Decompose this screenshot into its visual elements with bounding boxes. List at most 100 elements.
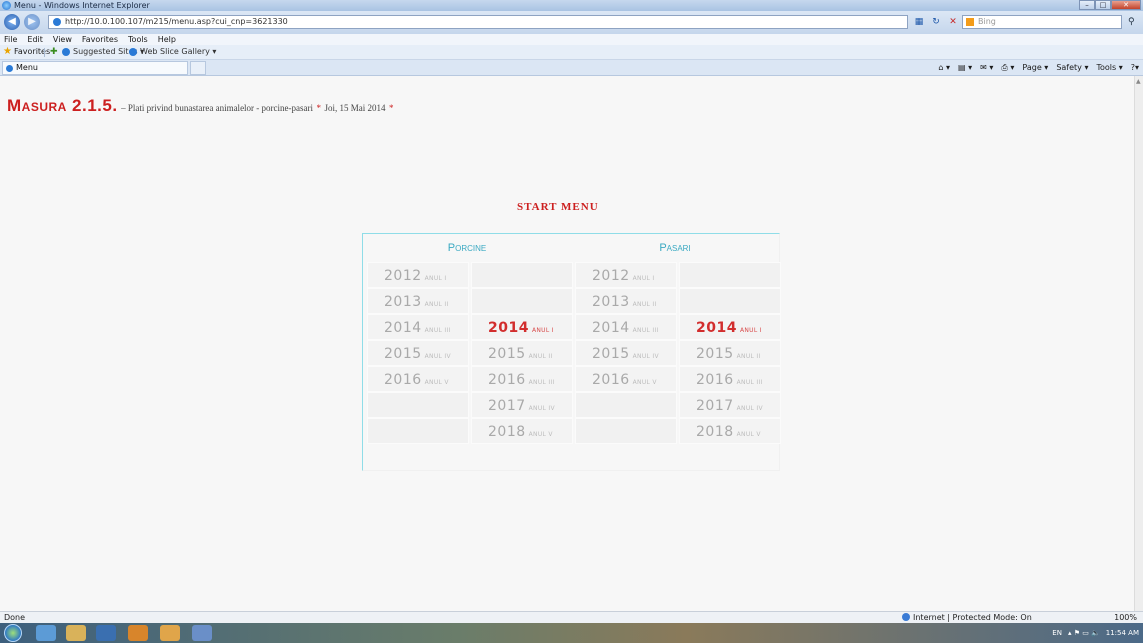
zoom-level[interactable]: 100% (1114, 612, 1137, 623)
anul-label: ANUL III (528, 379, 555, 386)
anul-label: ANUL V (736, 431, 761, 438)
anul-label: ANUL II (632, 301, 657, 308)
pasari-year-link[interactable]: 2016 ANUL V (575, 366, 677, 392)
mail-icon[interactable]: ✉ ▾ (980, 60, 993, 75)
menu-help[interactable]: Help (158, 34, 176, 45)
web-slice-gallery-link[interactable]: Web Slice Gallery ▾ (140, 45, 216, 59)
home-icon[interactable]: ⌂ ▾ (938, 60, 950, 75)
tray-icons[interactable]: ▴ ⚑ ▭ 🔈 (1068, 629, 1100, 637)
porcine-year-link[interactable]: 2014 ANUL III (367, 314, 469, 340)
year-menu-grid: Porcine Pasari 2012 ANUL I 2012 ANUL I 2013 A… (362, 233, 781, 471)
taskbar-media-icon[interactable] (96, 625, 116, 641)
pasari-year-link[interactable]: 2015 ANUL II (679, 340, 781, 366)
tools-menu[interactable]: Tools ▾ (1096, 60, 1122, 75)
anul-label: ANUL IV (424, 353, 451, 360)
porcine-year-link[interactable]: 2016 ANUL III (471, 366, 573, 392)
menu-view[interactable]: View (53, 34, 72, 45)
feeds-icon[interactable]: ▤ ▾ (958, 60, 972, 75)
start-menu-heading: START MENU (517, 201, 599, 213)
taskbar-app-icon[interactable] (192, 625, 212, 641)
refresh-icon[interactable]: ↻ (929, 15, 943, 29)
pasari-year-link[interactable]: 2017 ANUL IV (679, 392, 781, 418)
porcine-year-link[interactable]: 2017 ANUL IV (471, 392, 573, 418)
language-indicator[interactable]: EN (1052, 629, 1062, 637)
compatibility-icon[interactable]: ▦ (912, 15, 926, 29)
pasari-year-link[interactable]: 2016 ANUL III (679, 366, 781, 392)
security-zone[interactable]: Internet | Protected Mode: On (913, 612, 1032, 623)
page-date: Joi, 15 Mai 2014 (324, 103, 386, 113)
address-field[interactable]: http://10.0.100.107/m215/menu.asp?cui_cn… (48, 15, 908, 29)
menu-tools[interactable]: Tools (128, 34, 148, 45)
close-button[interactable]: ✕ (1111, 0, 1141, 10)
anul-label: ANUL V (424, 379, 449, 386)
pasari-year-link[interactable]: 2013 ANUL II (575, 288, 677, 314)
star-marker: * (316, 103, 322, 113)
vertical-scrollbar[interactable]: ▲ (1134, 76, 1143, 611)
porcine-year-link[interactable]: 2015 ANUL II (471, 340, 573, 366)
stop-icon[interactable]: ✕ (946, 15, 960, 29)
web-slice-icon (129, 48, 137, 56)
maximize-button[interactable]: □ (1095, 0, 1111, 10)
empty-cell (471, 262, 573, 288)
star-marker: * (389, 103, 394, 113)
taskbar-chrome-icon[interactable] (128, 625, 148, 641)
porcine-year-link[interactable]: 2014 ANUL I (471, 314, 573, 340)
favorites-star-icon[interactable]: ★ (3, 47, 13, 57)
porcine-year-link[interactable]: 2015 ANUL IV (367, 340, 469, 366)
pasari-year-link[interactable]: 2018 ANUL V (679, 418, 781, 444)
anul-label: ANUL IV (736, 405, 763, 412)
taskbar-explorer-icon[interactable] (66, 625, 86, 641)
tab-page-icon (6, 65, 13, 72)
window-controls: – □ ✕ (1079, 0, 1141, 10)
tab-label: Menu (16, 63, 38, 72)
pasari-header: Pasari (659, 242, 691, 254)
anul-label: ANUL V (528, 431, 553, 438)
address-toolbar: ◀ ▶ http://10.0.100.107/m215/menu.asp?cu… (0, 11, 1143, 34)
taskbar-ie-icon[interactable] (36, 625, 56, 641)
clock[interactable]: 11:54 AM (1106, 629, 1139, 637)
menu-file[interactable]: File (4, 34, 17, 45)
year-label: 2015 (488, 346, 526, 362)
forward-button[interactable]: ▶ (24, 14, 40, 30)
safety-menu[interactable]: Safety ▾ (1056, 60, 1088, 75)
anul-label: ANUL III (736, 379, 763, 386)
scroll-up-icon[interactable]: ▲ (1136, 78, 1141, 85)
print-icon[interactable]: ⎙ ▾ (1001, 60, 1014, 75)
year-label: 2016 (384, 372, 422, 388)
year-label: 2013 (592, 294, 630, 310)
year-label: 2013 (384, 294, 422, 310)
anul-label: ANUL IV (528, 405, 555, 412)
porcine-year-link[interactable]: 2018 ANUL V (471, 418, 573, 444)
year-label: 2017 (696, 398, 734, 414)
search-input[interactable]: Bing (962, 15, 1122, 29)
help-icon[interactable]: ?▾ (1131, 60, 1139, 75)
year-label: 2014 (696, 320, 737, 336)
new-tab-button[interactable] (190, 61, 206, 75)
internet-zone-icon (902, 613, 910, 621)
taskbar-mail-icon[interactable] (160, 625, 180, 641)
porcine-year-link[interactable]: 2012 ANUL I (367, 262, 469, 288)
porcine-year-link[interactable]: 2013 ANUL II (367, 288, 469, 314)
year-label: 2012 (384, 268, 422, 284)
page-subtitle: – Plati privind bunastarea animalelor - … (121, 103, 314, 113)
add-favorite-icon[interactable]: ✚ (50, 47, 58, 57)
start-button[interactable] (4, 624, 22, 642)
menu-favorites[interactable]: Favorites (82, 34, 118, 45)
back-button[interactable]: ◀ (4, 14, 20, 30)
anul-label: ANUL II (736, 353, 761, 360)
page-menu[interactable]: Page ▾ (1022, 60, 1048, 75)
anul-label: ANUL V (632, 379, 657, 386)
pasari-year-link[interactable]: 2012 ANUL I (575, 262, 677, 288)
search-placeholder: Bing (978, 17, 996, 26)
menu-edit[interactable]: Edit (27, 34, 43, 45)
pasari-year-link[interactable]: 2015 ANUL IV (575, 340, 677, 366)
search-icon[interactable]: ⚲ (1128, 15, 1140, 29)
anul-label: ANUL III (424, 327, 451, 334)
page-icon (53, 18, 61, 26)
tab-menu[interactable]: Menu (2, 61, 188, 75)
year-label: 2018 (696, 424, 734, 440)
porcine-year-link[interactable]: 2016 ANUL V (367, 366, 469, 392)
pasari-year-link[interactable]: 2014 ANUL I (679, 314, 781, 340)
pasari-year-link[interactable]: 2014 ANUL III (575, 314, 677, 340)
minimize-button[interactable]: – (1079, 0, 1095, 10)
